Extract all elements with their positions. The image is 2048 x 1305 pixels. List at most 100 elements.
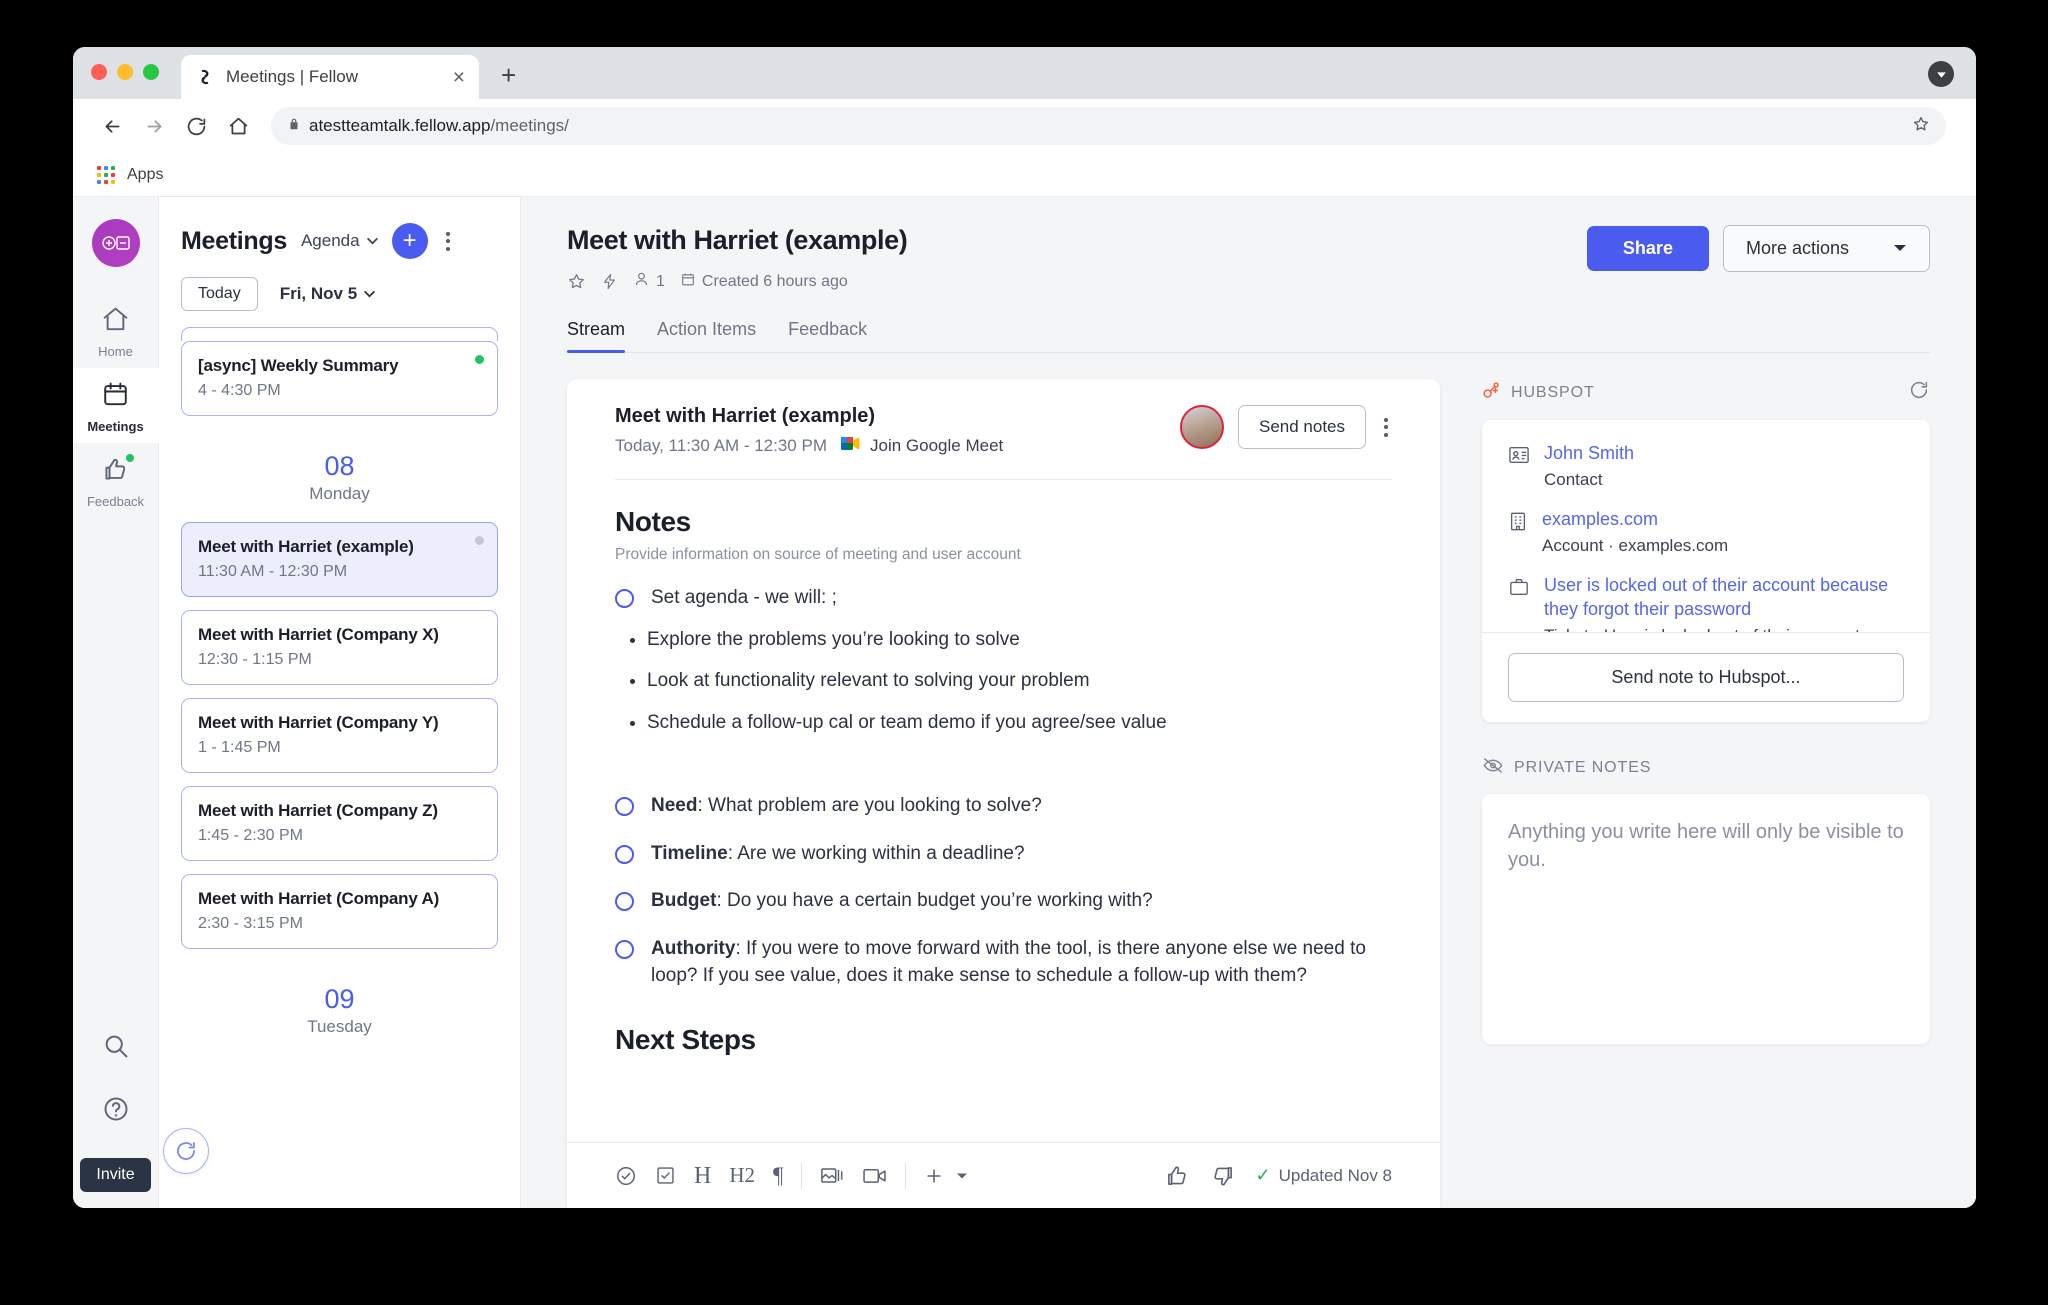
tab-stream[interactable]: Stream (567, 319, 626, 353)
refresh-icon[interactable] (1908, 379, 1930, 406)
todo-checkbox-icon[interactable] (615, 844, 634, 864)
close-tab-button[interactable]: × (453, 67, 465, 88)
meeting-card[interactable]: [async] Weekly Summary 4 - 4:30 PM (181, 341, 498, 416)
paragraph-icon[interactable]: ¶ (773, 1164, 783, 1187)
send-note-to-hubspot-button[interactable]: Send note to Hubspot... (1508, 653, 1904, 702)
thumbs-down-icon[interactable] (1210, 1163, 1236, 1189)
check-circle-icon[interactable] (615, 1165, 637, 1187)
participants-indicator[interactable]: 1 (633, 270, 665, 293)
avatar[interactable] (1179, 405, 1224, 449)
bullet-item: Look at functionality relevant to solvin… (647, 667, 1392, 696)
hubspot-section-label: HUBSPOT (1511, 383, 1595, 401)
hubspot-record-subtitle: Contact (1544, 469, 1603, 489)
sidebar-item-home[interactable]: Home (73, 293, 159, 368)
bookmark-star-icon[interactable] (1912, 115, 1930, 138)
heading-h2-icon[interactable]: H2 (729, 1165, 755, 1186)
meetings-list-column: Meetings Agenda + Today Fri, Nov 5 [asyn… (159, 197, 521, 1208)
created-label: Created 6 hours ago (701, 272, 848, 290)
chevron-down-icon (364, 290, 375, 297)
heading-h1-icon[interactable]: H (694, 1164, 711, 1188)
close-window-button[interactable] (91, 64, 107, 80)
meetings-kebab-menu-icon[interactable] (442, 228, 454, 255)
lightning-bolt-icon[interactable] (601, 272, 618, 291)
refresh-meetings-button[interactable] (163, 1128, 209, 1174)
private-notes-placeholder: Anything you write here will only be vis… (1508, 821, 1904, 871)
sidebar-item-label: Home (98, 344, 133, 359)
meeting-detail-main: Meet with Harriet (example) 1 Created 6 … (521, 197, 1976, 1208)
maximize-window-button[interactable] (143, 64, 159, 80)
meeting-card[interactable]: Meet with Harriet (Company A) 2:30 - 3:15… (181, 874, 498, 949)
minimize-window-button[interactable] (117, 64, 133, 80)
meeting-card[interactable]: Meet with Harriet (Company Z) 1:45 - 2:30… (181, 786, 498, 861)
date-selector-label: Fri, Nov 5 (279, 284, 358, 303)
meeting-card-title: Meet with Harriet (Company Y) (198, 713, 439, 732)
search-icon[interactable] (102, 1032, 130, 1065)
reload-icon[interactable] (177, 107, 215, 145)
updated-status: ✓ Updated Nov 8 (1256, 1165, 1393, 1186)
today-button[interactable]: Today (181, 277, 258, 311)
meetings-list-scroll[interactable]: [async] Weekly Summary 4 - 4:30 PM 08 Monda… (159, 327, 520, 1208)
sidebar-item-label: Meetings (87, 419, 144, 434)
meeting-card-title: [async] Weekly Summary (198, 356, 399, 375)
share-button[interactable]: Share (1586, 226, 1709, 271)
todo-checkbox-icon[interactable] (615, 797, 634, 817)
invite-button[interactable]: Invite (80, 1158, 151, 1192)
thumbs-up-icon[interactable] (1164, 1163, 1190, 1189)
todo-checkbox-icon[interactable] (615, 589, 634, 608)
agenda-view-selector[interactable]: Agenda (301, 231, 378, 251)
todo-label: Set agenda - we will: ; (651, 587, 837, 608)
tab-action-items[interactable]: Action Items (657, 319, 756, 352)
todo-checkbox-icon[interactable] (615, 939, 634, 959)
address-bar[interactable]: atestteamtalk.fellow.app/meetings/ (271, 107, 1946, 145)
notes-content[interactable]: Notes Provide information on source of m… (567, 480, 1440, 1142)
meeting-card[interactable]: Meet with Harriet (Company Y) 1 - 1:45 PM (181, 698, 498, 773)
notes-kebab-menu-icon[interactable] (1380, 414, 1392, 441)
meeting-card[interactable]: Meet with Harriet (Company X) 12:30 - 1:1… (181, 610, 498, 685)
bookmark-apps-label[interactable]: Apps (127, 166, 163, 184)
hubspot-panel-footer: Send note to Hubspot... (1482, 632, 1930, 722)
help-circle-icon[interactable] (102, 1095, 130, 1128)
todo-checkbox-icon[interactable] (615, 892, 634, 912)
private-notes-header: PRIVATE NOTES (1482, 756, 1930, 794)
meeting-card-title: Meet with Harriet (example) (198, 537, 414, 556)
add-meeting-button[interactable]: + (391, 223, 428, 259)
apps-grid-icon[interactable] (97, 165, 115, 184)
private-notes-box[interactable]: Anything you write here will only be vis… (1482, 794, 1930, 1044)
date-selector[interactable]: Fri, Nov 5 (280, 284, 375, 304)
star-outline-icon[interactable] (567, 272, 586, 291)
meeting-detail-header: Meet with Harriet (example) 1 Created 6 … (521, 197, 1976, 353)
bookmarks-bar: Apps (73, 153, 1976, 197)
sidebar-item-feedback[interactable]: Feedback (73, 443, 159, 518)
meeting-card-title: Meet with Harriet (Company X) (198, 625, 439, 644)
sidebar-item-meetings[interactable]: Meetings (73, 368, 159, 443)
checkbox-icon[interactable] (655, 1165, 676, 1186)
meetings-title: Meetings (181, 226, 287, 255)
home-icon[interactable] (219, 107, 257, 145)
meeting-card[interactable]: Meet with Harriet (example) 11:30 AM - 12… (181, 522, 498, 597)
hubspot-record-link[interactable]: examples.com (1542, 509, 1658, 529)
image-icon[interactable] (820, 1165, 844, 1186)
chevron-down-icon (366, 237, 378, 244)
profile-avatar-icon[interactable] (1928, 61, 1954, 87)
send-notes-button[interactable]: Send notes (1237, 405, 1366, 449)
tab-feedback[interactable]: Feedback (788, 319, 867, 352)
created-info: Created 6 hours ago (680, 271, 848, 293)
browser-tab-title: Meetings | Fellow (226, 67, 358, 86)
back-arrow-icon[interactable] (93, 107, 131, 145)
browser-tab[interactable]: Meetings | Fellow × (181, 55, 479, 99)
fellow-workspace-logo[interactable] (91, 219, 140, 267)
forward-arrow-icon[interactable] (135, 107, 173, 145)
hubspot-record-link[interactable]: User is locked out of their account beca… (1544, 575, 1888, 619)
address-bar-path: /meetings/ (490, 116, 569, 135)
hubspot-record-link[interactable]: John Smith (1544, 443, 1634, 463)
hubspot-record-subtitle: Account · examples.com (1542, 535, 1729, 555)
agenda-view-label: Agenda (300, 231, 360, 250)
meeting-card-partial[interactable] (181, 327, 498, 341)
more-actions-button[interactable]: More actions (1722, 225, 1930, 272)
video-icon[interactable] (862, 1166, 887, 1185)
join-google-meet-link[interactable]: Join Google Meet (841, 435, 1003, 457)
todo-item: Set agenda - we will: ; (615, 584, 1392, 612)
todo-item: Budget: Do you have a certain budget you… (615, 887, 1392, 915)
new-tab-button[interactable]: + (501, 60, 516, 99)
plus-menu-icon[interactable] (924, 1166, 968, 1186)
